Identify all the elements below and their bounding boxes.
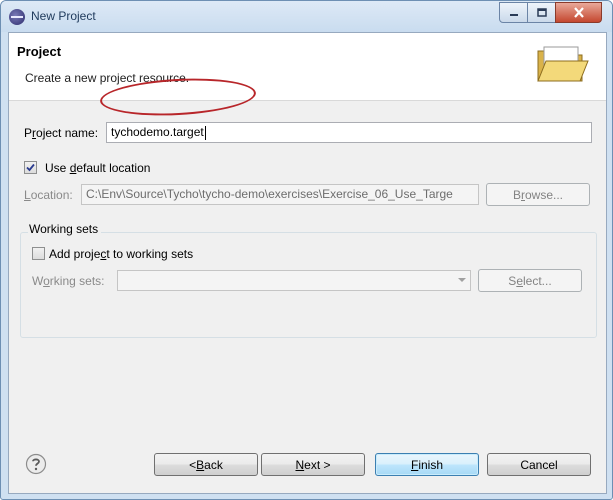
back-button[interactable]: < Back bbox=[154, 453, 258, 476]
cancel-button[interactable]: Cancel bbox=[487, 453, 591, 476]
minimize-button[interactable] bbox=[499, 2, 528, 23]
project-name-input[interactable]: tychodemo.target bbox=[106, 122, 592, 143]
next-button[interactable]: Next > bbox=[261, 453, 365, 476]
page-title: Project bbox=[17, 44, 62, 59]
project-name-label: Project name: bbox=[24, 126, 99, 140]
use-default-location-checkbox[interactable] bbox=[24, 161, 37, 174]
checkmark-icon bbox=[26, 163, 35, 172]
working-sets-group-title: Working sets bbox=[28, 222, 102, 236]
finish-button[interactable]: Finish bbox=[375, 453, 479, 476]
working-sets-label: Working sets: bbox=[32, 274, 105, 288]
text-caret bbox=[204, 125, 206, 140]
close-icon bbox=[573, 7, 584, 18]
wizard-header: Project Create a new project resource. bbox=[9, 33, 606, 101]
maximize-icon bbox=[536, 7, 547, 17]
maximize-button[interactable] bbox=[527, 2, 556, 23]
title-bar[interactable]: New Project bbox=[1, 1, 612, 32]
eclipse-icon bbox=[9, 9, 25, 25]
minimize-icon bbox=[509, 13, 518, 16]
add-to-working-sets-checkbox[interactable] bbox=[32, 247, 45, 260]
browse-button: Br owse... bbox=[486, 183, 590, 206]
open-folder-icon bbox=[537, 46, 589, 82]
new-project-dialog: New Project Project Create a new project… bbox=[0, 0, 613, 500]
dropdown-arrow-icon bbox=[458, 278, 466, 282]
close-button[interactable] bbox=[555, 2, 602, 23]
working-sets-combo bbox=[117, 270, 471, 291]
location-input: C:\Env\Source\Tycho\tycho-demo\exercises… bbox=[81, 184, 479, 205]
add-to-working-sets-label: Add project to working sets bbox=[49, 247, 194, 261]
help-icon[interactable] bbox=[25, 453, 47, 475]
window-title: New Project bbox=[31, 9, 96, 23]
select-working-sets-button: Se lect... bbox=[478, 269, 582, 292]
use-default-location-label: Use default location bbox=[45, 161, 151, 175]
location-label: Location: bbox=[24, 188, 73, 202]
dialog-content: Project Create a new project resource. P… bbox=[8, 32, 607, 494]
